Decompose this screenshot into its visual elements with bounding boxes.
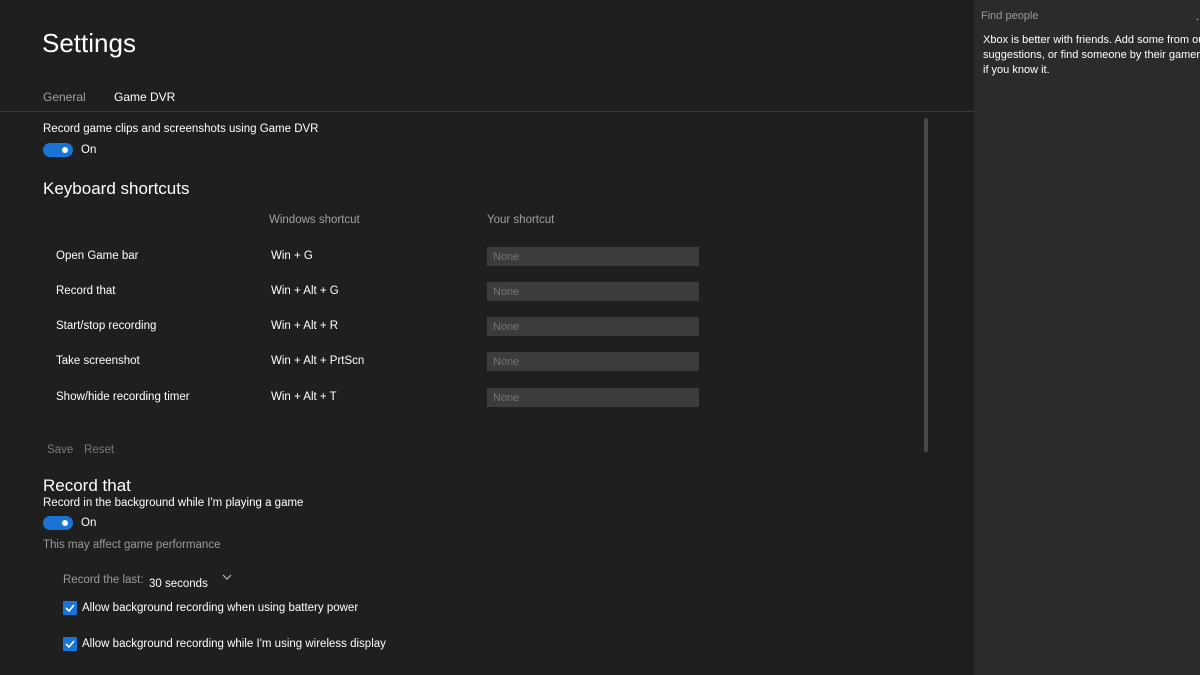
record-that-heading: Record that [43, 476, 131, 495]
battery-recording-label: Allow background recording when using ba… [82, 602, 359, 614]
shortcut-action-label: Record that [56, 285, 116, 297]
your-shortcut-input[interactable] [487, 388, 699, 407]
windows-shortcut-value: Win + Alt + R [271, 320, 339, 332]
reset-button[interactable]: Reset [84, 444, 114, 456]
friends-suggestion-text: Xbox is better with friends. Add some fr… [983, 34, 1200, 76]
toggle-knob [62, 520, 68, 526]
shortcut-action-label: Start/stop recording [56, 320, 157, 332]
performance-note: This may affect game performance [43, 539, 221, 551]
tab-divider [0, 111, 974, 112]
col-your-shortcut: Your shortcut [487, 214, 555, 226]
your-shortcut-input[interactable] [487, 352, 699, 371]
keyboard-shortcuts-heading: Keyboard shortcuts [43, 179, 190, 198]
page-title: Settings [42, 28, 136, 58]
toggle-knob [62, 147, 68, 153]
cursor-mark: . [1196, 12, 1199, 23]
settings-pane: Settings General Game DVR Record game cl… [0, 0, 974, 675]
save-button[interactable]: Save [47, 444, 73, 456]
scrollbar[interactable] [924, 118, 928, 452]
col-windows-shortcut: Windows shortcut [269, 214, 360, 226]
windows-shortcut-value: Win + Alt + PrtScn [271, 355, 365, 367]
game-dvr-toggle-state: On [81, 144, 97, 156]
your-shortcut-input[interactable] [487, 247, 699, 266]
your-shortcut-input[interactable] [487, 317, 699, 336]
game-dvr-toggle[interactable] [43, 143, 73, 157]
battery-recording-checkbox[interactable] [63, 601, 77, 615]
wireless-recording-label: Allow background recording while I'm usi… [82, 638, 386, 650]
windows-shortcut-value: Win + Alt + T [271, 391, 337, 403]
shortcut-action-label: Take screenshot [56, 355, 140, 367]
friends-panel: Find people . Xbox is better with friend… [974, 0, 1200, 675]
background-recording-label: Record in the background while I'm playi… [43, 497, 304, 509]
tab-game-dvr[interactable]: Game DVR [114, 90, 175, 104]
record-dvr-label: Record game clips and screenshots using … [43, 123, 319, 135]
wireless-recording-checkbox[interactable] [63, 637, 77, 651]
checkmark-icon [65, 604, 75, 613]
shortcut-action-label: Open Game bar [56, 250, 139, 262]
windows-shortcut-value: Win + Alt + G [271, 285, 339, 297]
background-toggle-state: On [81, 517, 97, 529]
shortcut-action-label: Show/hide recording timer [56, 391, 190, 403]
chevron-down-icon[interactable] [222, 572, 232, 585]
windows-shortcut-value: Win + G [271, 250, 313, 262]
your-shortcut-input[interactable] [487, 282, 699, 301]
find-people-search[interactable]: Find people [981, 10, 1039, 22]
checkmark-icon [65, 640, 75, 649]
record-duration-value: 30 seconds [149, 578, 208, 590]
record-the-last-label: Record the last: [63, 574, 144, 586]
tab-general[interactable]: General [43, 90, 86, 104]
background-recording-toggle[interactable] [43, 516, 73, 530]
